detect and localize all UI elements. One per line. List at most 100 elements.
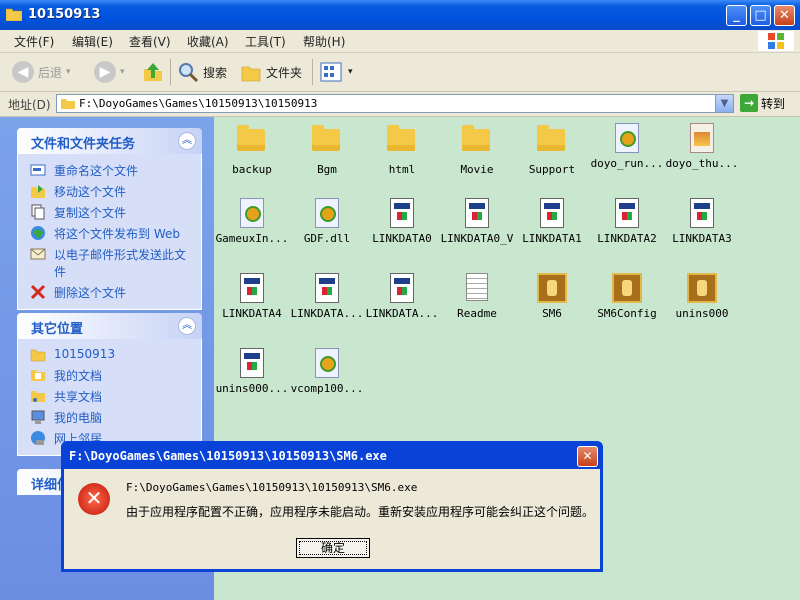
file-item[interactable]: doyo_thu... xyxy=(664,123,740,170)
text-file-icon xyxy=(462,273,492,303)
task-rename[interactable]: 重命名这个文件 xyxy=(18,160,201,181)
file-name: LINKDATA0_V xyxy=(440,232,514,245)
collapse-icon[interactable]: ︽ xyxy=(178,132,196,150)
file-item[interactable]: backup xyxy=(214,123,290,176)
file-name: GameuxIn... xyxy=(215,232,289,245)
address-input[interactable]: F:\DoyoGames\Games\10150913\10150913 ▼ xyxy=(56,94,734,113)
file-item[interactable]: SM6 xyxy=(514,273,590,320)
close-button[interactable]: ✕ xyxy=(774,5,795,26)
file-item[interactable]: html xyxy=(364,123,440,176)
other-places-header[interactable]: 其它位置 ︽ xyxy=(17,313,202,339)
file-name: LINKDATA3 xyxy=(672,232,732,245)
back-arrow-icon: ◀ xyxy=(12,61,34,83)
file-name: unins000... xyxy=(215,382,289,395)
file-tasks-panel: 文件和文件夹任务 ︽ 重命名这个文件 移动这个文件 复制这个文件 将这个文件发布… xyxy=(17,128,202,310)
title-bar[interactable]: 10150913 _ □ ✕ xyxy=(0,0,800,30)
folder-icon xyxy=(537,125,567,159)
task-copy[interactable]: 复制这个文件 xyxy=(18,202,201,223)
menu-edit[interactable]: 编辑(E) xyxy=(72,33,113,50)
menu-help[interactable]: 帮助(H) xyxy=(303,33,345,50)
window-file-icon xyxy=(387,273,417,303)
exe-icon xyxy=(612,123,642,153)
place-my-documents[interactable]: 我的文档 xyxy=(18,365,201,386)
windows-logo-icon xyxy=(758,31,794,51)
task-delete[interactable]: 删除这个文件 xyxy=(18,282,201,303)
folders-button[interactable]: 文件夹 xyxy=(240,58,302,86)
file-item[interactable]: Readme xyxy=(439,273,515,320)
file-item[interactable]: LINKDATA... xyxy=(364,273,440,320)
chevron-down-icon: ▾ xyxy=(348,67,353,77)
thumb-icon xyxy=(687,123,717,153)
other-places-panel: 其它位置 ︽ 10150913 我的文档 共享文档 我的电脑 网上邻居 xyxy=(17,313,202,456)
address-path: F:\DoyoGames\Games\10150913\10150913 xyxy=(79,97,318,110)
file-tasks-header[interactable]: 文件和文件夹任务 ︽ xyxy=(17,128,202,154)
collapse-icon[interactable]: ︽ xyxy=(178,317,196,335)
file-item[interactable]: GDF.dll xyxy=(289,198,365,245)
back-button[interactable]: ◀ 后退 ▾ xyxy=(12,58,71,86)
search-icon xyxy=(179,63,199,83)
exe-icon xyxy=(237,198,267,228)
file-item[interactable]: Bgm xyxy=(289,123,365,176)
up-folder-icon xyxy=(144,63,162,81)
error-icon: ✕ xyxy=(78,483,110,515)
task-email[interactable]: 以电子邮件形式发送此文件 xyxy=(18,244,201,282)
dialog-close-button[interactable]: ✕ xyxy=(577,446,598,467)
menu-favorites[interactable]: 收藏(A) xyxy=(187,33,229,50)
folder-icon xyxy=(387,125,417,159)
search-button[interactable]: 搜索 xyxy=(177,58,227,86)
menu-file[interactable]: 文件(F) xyxy=(14,33,54,50)
file-name: html xyxy=(388,163,416,176)
file-item[interactable]: doyo_run... xyxy=(589,123,665,170)
forward-button[interactable]: ▶ ▾ xyxy=(94,58,125,86)
error-dialog: F:\DoyoGames\Games\10150913\10150913\SM6… xyxy=(61,441,603,572)
window-file-icon xyxy=(612,198,642,228)
forward-arrow-icon: ▶ xyxy=(94,61,116,83)
file-item[interactable]: SM6Config xyxy=(589,273,665,320)
file-item[interactable]: Support xyxy=(514,123,590,176)
place-10150913[interactable]: 10150913 xyxy=(18,345,201,365)
file-item[interactable]: unins000 xyxy=(664,273,740,320)
menu-view[interactable]: 查看(V) xyxy=(129,33,171,50)
file-name: SM6Config xyxy=(597,307,657,320)
copy-icon xyxy=(31,204,45,220)
shared-folder-icon xyxy=(31,391,45,402)
file-name: doyo_run... xyxy=(590,157,664,170)
email-icon xyxy=(30,248,46,260)
file-item[interactable]: GameuxIn... xyxy=(214,198,290,245)
explorer-window: 10150913 _ □ ✕ 文件(F) 编辑(E) 查看(V) 收藏(A) 工… xyxy=(0,0,800,600)
views-button[interactable]: ▾ xyxy=(320,58,353,86)
go-button[interactable]: → 转到 xyxy=(740,94,785,112)
place-my-computer[interactable]: 我的电脑 xyxy=(18,407,201,428)
file-item[interactable]: LINKDATA... xyxy=(289,273,365,320)
up-folder-button[interactable] xyxy=(142,58,164,86)
file-name: Movie xyxy=(460,163,494,176)
file-item[interactable]: LINKDATA0_V xyxy=(439,198,515,245)
file-name: GDF.dll xyxy=(303,232,351,245)
task-move[interactable]: 移动这个文件 xyxy=(18,181,201,202)
file-name: unins000 xyxy=(675,307,729,320)
file-item[interactable]: LINKDATA2 xyxy=(589,198,665,245)
menu-tools[interactable]: 工具(T) xyxy=(245,33,286,50)
game-icon xyxy=(537,273,567,303)
folder-icon xyxy=(237,125,267,159)
file-name: LINKDATA0 xyxy=(372,232,432,245)
file-item[interactable]: vcomp100... xyxy=(289,348,365,395)
file-item[interactable]: LINKDATA1 xyxy=(514,198,590,245)
place-shared-documents[interactable]: 共享文档 xyxy=(18,386,201,407)
file-name: LINKDATA1 xyxy=(522,232,582,245)
file-item[interactable]: LINKDATA4 xyxy=(214,273,290,320)
ok-button[interactable]: 确定 xyxy=(296,538,370,558)
minimize-button[interactable]: _ xyxy=(726,5,747,26)
file-name: vcomp100... xyxy=(290,382,364,395)
file-name: Support xyxy=(528,163,576,176)
maximize-button[interactable]: □ xyxy=(750,5,771,26)
file-name: SM6 xyxy=(542,307,562,320)
task-publish-web[interactable]: 将这个文件发布到 Web xyxy=(18,223,201,244)
file-item[interactable]: LINKDATA0 xyxy=(364,198,440,245)
file-item[interactable]: unins000... xyxy=(214,348,290,395)
address-dropdown-button[interactable]: ▼ xyxy=(715,95,733,112)
window-file-icon xyxy=(237,348,267,378)
file-item[interactable]: LINKDATA3 xyxy=(664,198,740,245)
file-item[interactable]: Movie xyxy=(439,123,515,176)
window-file-icon xyxy=(462,198,492,228)
